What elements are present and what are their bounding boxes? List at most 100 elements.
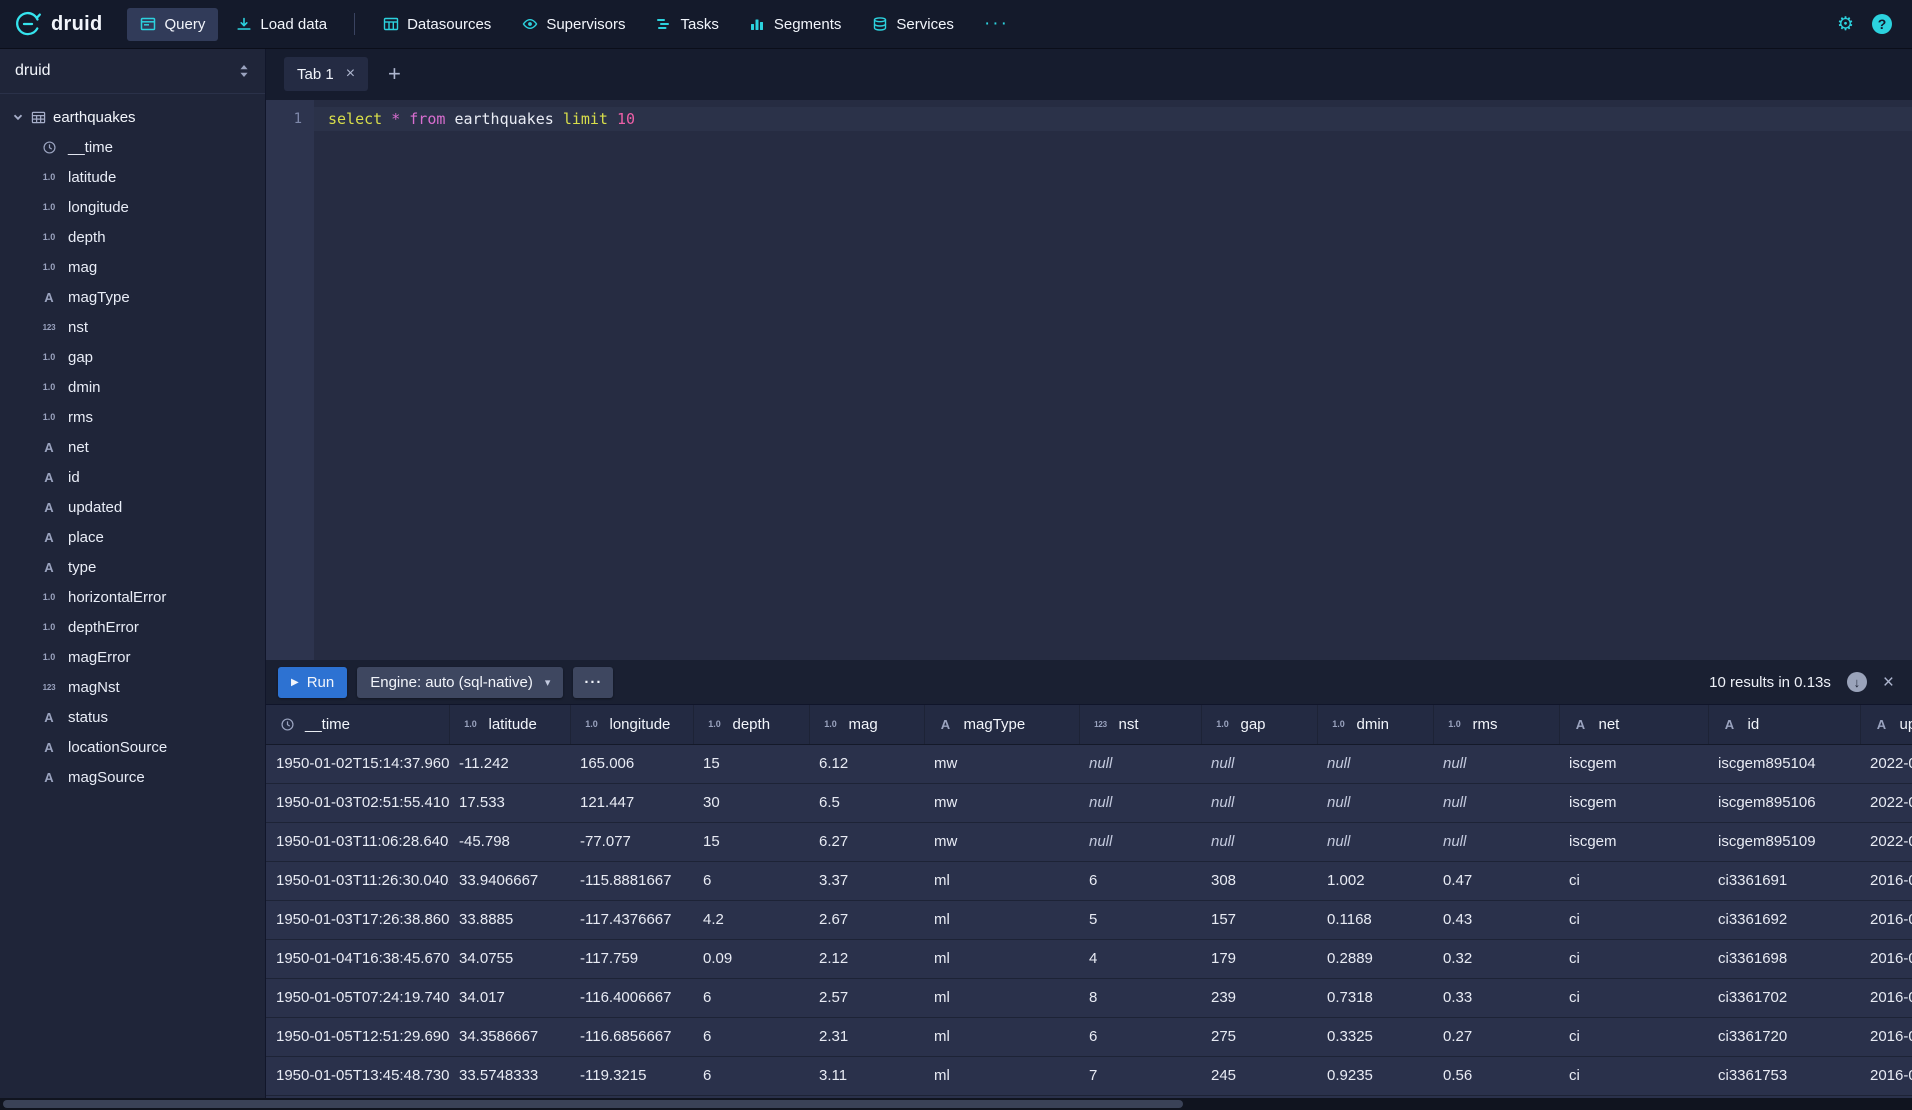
code-area[interactable]: select * from earthquakes limit 10 <box>314 100 1912 660</box>
result-cell[interactable]: 6 <box>693 1056 809 1095</box>
sidebar-column-__time[interactable]: __time <box>0 132 265 162</box>
result-cell[interactable]: 179 <box>1201 939 1317 978</box>
nav-item-datasources[interactable]: Datasources <box>369 8 504 41</box>
result-cell[interactable]: 2022-0 <box>1860 744 1912 783</box>
result-cell[interactable]: null <box>1201 744 1317 783</box>
sidebar-column-dmin[interactable]: 1.0dmin <box>0 372 265 402</box>
result-cell[interactable]: 6.5 <box>809 783 924 822</box>
result-cell[interactable]: 245 <box>1201 1056 1317 1095</box>
result-cell[interactable]: 2.57 <box>809 978 924 1017</box>
result-cell[interactable]: 2022-0 <box>1860 822 1912 861</box>
result-cell[interactable]: 6 <box>1079 861 1201 900</box>
nav-item-segments[interactable]: Segments <box>736 8 855 41</box>
result-cell[interactable]: -77.077 <box>570 822 693 861</box>
column-header-nst[interactable]: 123nst <box>1079 705 1201 744</box>
sidebar-column-magError[interactable]: 1.0magError <box>0 642 265 672</box>
result-cell[interactable]: -116.6856667 <box>570 1017 693 1056</box>
result-cell[interactable]: 6 <box>693 1017 809 1056</box>
chevron-down-icon[interactable] <box>12 111 24 123</box>
nav-item-more[interactable]: ··· <box>971 8 1022 41</box>
sidebar-column-mag[interactable]: 1.0mag <box>0 252 265 282</box>
sidebar-column-locationSource[interactable]: AlocationSource <box>0 732 265 762</box>
result-cell[interactable]: 0.33 <box>1433 978 1559 1017</box>
result-cell[interactable]: 157 <box>1201 900 1317 939</box>
result-cell[interactable]: iscgem895106 <box>1708 783 1860 822</box>
nav-item-query[interactable]: Query <box>127 8 219 41</box>
result-cell[interactable]: 1950-01-02T15:14:37.960Z <box>266 744 449 783</box>
sidebar-column-longitude[interactable]: 1.0longitude <box>0 192 265 222</box>
result-cell[interactable]: mw <box>924 783 1079 822</box>
result-cell[interactable]: 2.31 <box>809 1017 924 1056</box>
result-cell[interactable]: 165.006 <box>570 744 693 783</box>
column-header-mag[interactable]: 1.0mag <box>809 705 924 744</box>
result-cell[interactable]: 2016-0 <box>1860 1056 1912 1095</box>
result-cell[interactable]: 15 <box>693 822 809 861</box>
column-header-rms[interactable]: 1.0rms <box>1433 705 1559 744</box>
result-cell[interactable]: 1950-01-03T11:06:28.640Z <box>266 822 449 861</box>
result-cell[interactable]: 1950-01-05T07:24:19.740Z <box>266 978 449 1017</box>
result-cell[interactable]: 2016-0 <box>1860 861 1912 900</box>
result-cell[interactable]: 8 <box>1079 978 1201 1017</box>
result-cell[interactable]: 2016-0 <box>1860 978 1912 1017</box>
sidebar-column-depthError[interactable]: 1.0depthError <box>0 612 265 642</box>
column-header-__time[interactable]: __time <box>266 705 449 744</box>
result-cell[interactable]: 1950-01-05T13:45:48.730Z <box>266 1056 449 1095</box>
result-cell[interactable]: 1.002 <box>1317 861 1433 900</box>
sidebar-column-gap[interactable]: 1.0gap <box>0 342 265 372</box>
result-cell[interactable]: ml <box>924 1017 1079 1056</box>
nav-item-load-data[interactable]: Load data <box>222 8 340 41</box>
result-cell[interactable]: 4.2 <box>693 900 809 939</box>
sidebar-column-magType[interactable]: AmagType <box>0 282 265 312</box>
add-tab-icon[interactable]: + <box>380 63 409 85</box>
result-cell[interactable]: 0.43 <box>1433 900 1559 939</box>
result-cell[interactable]: 34.0755 <box>449 939 570 978</box>
result-cell[interactable]: 33.8885 <box>449 900 570 939</box>
result-cell[interactable]: -45.798 <box>449 822 570 861</box>
result-cell[interactable]: 2016-0 <box>1860 1017 1912 1056</box>
result-cell[interactable]: 33.9406667 <box>449 861 570 900</box>
brand[interactable]: druid <box>14 10 103 38</box>
nav-item-services[interactable]: Services <box>858 8 967 41</box>
result-cell[interactable]: null <box>1433 783 1559 822</box>
query-more-button[interactable]: ··· <box>573 667 613 698</box>
result-cell[interactable]: null <box>1317 822 1433 861</box>
result-cell[interactable]: 2016-0 <box>1860 900 1912 939</box>
result-cell[interactable]: ci3361702 <box>1708 978 1860 1017</box>
result-cell[interactable]: 33.5748333 <box>449 1056 570 1095</box>
nav-item-supervisors[interactable]: Supervisors <box>508 8 638 41</box>
result-cell[interactable]: 0.27 <box>1433 1017 1559 1056</box>
result-cell[interactable]: -11.242 <box>449 744 570 783</box>
result-cell[interactable]: ci3361698 <box>1708 939 1860 978</box>
result-cell[interactable]: ml <box>924 1056 1079 1095</box>
result-cell[interactable]: null <box>1201 822 1317 861</box>
sidebar-column-rms[interactable]: 1.0rms <box>0 402 265 432</box>
sidebar-column-latitude[interactable]: 1.0latitude <box>0 162 265 192</box>
result-cell[interactable]: 4 <box>1079 939 1201 978</box>
result-cell[interactable]: null <box>1079 783 1201 822</box>
horizontal-scrollbar-thumb[interactable] <box>3 1100 1183 1108</box>
result-cell[interactable]: ci3361720 <box>1708 1017 1860 1056</box>
result-cell[interactable]: 2.67 <box>809 900 924 939</box>
result-cell[interactable]: 1950-01-04T16:38:45.670Z <box>266 939 449 978</box>
result-cell[interactable]: null <box>1201 783 1317 822</box>
nav-item-tasks[interactable]: Tasks <box>643 8 732 41</box>
sidebar-column-horizontalError[interactable]: 1.0horizontalError <box>0 582 265 612</box>
sidebar-column-place[interactable]: Aplace <box>0 522 265 552</box>
column-header-magType[interactable]: AmagType <box>924 705 1079 744</box>
sort-icon[interactable] <box>238 64 250 78</box>
result-cell[interactable]: iscgem895109 <box>1708 822 1860 861</box>
sidebar-datasource-earthquakes[interactable]: earthquakes <box>0 102 265 132</box>
result-cell[interactable]: 1950-01-05T12:51:29.690Z <box>266 1017 449 1056</box>
result-cell[interactable]: ci3361692 <box>1708 900 1860 939</box>
download-icon[interactable]: ↓ <box>1847 672 1867 692</box>
sidebar-column-status[interactable]: Astatus <box>0 702 265 732</box>
result-cell[interactable]: 6 <box>693 978 809 1017</box>
close-results-icon[interactable]: × <box>1877 673 1900 692</box>
sidebar-column-nst[interactable]: 123nst <box>0 312 265 342</box>
sidebar-column-magNst[interactable]: 123magNst <box>0 672 265 702</box>
column-header-gap[interactable]: 1.0gap <box>1201 705 1317 744</box>
result-cell[interactable]: -119.3215 <box>570 1056 693 1095</box>
result-cell[interactable]: 239 <box>1201 978 1317 1017</box>
result-cell[interactable]: 2022-0 <box>1860 783 1912 822</box>
result-cell[interactable]: 34.3586667 <box>449 1017 570 1056</box>
